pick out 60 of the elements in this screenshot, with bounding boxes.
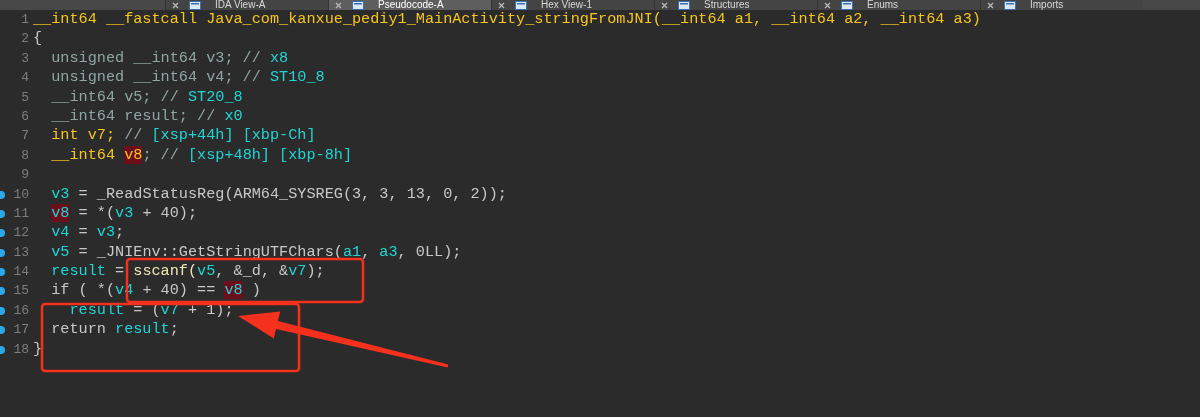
code-line: result = sscanf(v5, &_d, &v7); xyxy=(50,262,325,282)
line-number: 1 xyxy=(20,11,30,29)
code-line: unsigned __int64 v3; // x8 xyxy=(50,48,289,69)
code-line: v4 = v3; xyxy=(50,223,125,243)
code-line: __int64 v8; // [xsp+48h] [xbp-8h] xyxy=(50,145,352,166)
tab[interactable]: Structures xyxy=(654,0,817,10)
tab[interactable]: Hex View-1 xyxy=(491,0,654,10)
breakpoint-icon[interactable] xyxy=(0,306,5,315)
line-number: 14 xyxy=(12,263,30,282)
code-line: } xyxy=(33,339,43,360)
breakpoint-icon[interactable] xyxy=(0,209,5,218)
code-line: { xyxy=(33,29,43,49)
code-line: __int64 v5; // ST20_8 xyxy=(50,87,243,107)
breakpoint-icon[interactable] xyxy=(0,345,5,354)
close-icon[interactable] xyxy=(824,1,831,9)
line-number: 2 xyxy=(20,30,30,49)
code-line: v8 = *(v3 + 40); xyxy=(50,203,198,224)
code-line: return result; xyxy=(50,320,179,340)
code-line: v3 = _ReadStatusReg(ARM64_SYSREG(3, 3, 13, 0, 2)); xyxy=(50,184,507,204)
line-number: 4 xyxy=(20,69,30,88)
code-line: int v7; // [xsp+44h] [xbp-Ch] xyxy=(50,126,316,146)
line-number: 9 xyxy=(20,166,30,185)
tab[interactable]: Imports xyxy=(980,0,1143,10)
window-icon xyxy=(515,0,527,10)
close-icon[interactable] xyxy=(172,1,179,9)
tab[interactable]: IDA View-A xyxy=(165,0,328,10)
line-number: 7 xyxy=(20,127,30,146)
close-icon[interactable] xyxy=(335,1,342,9)
line-number: 10 xyxy=(12,185,30,204)
window-icon xyxy=(678,0,690,10)
tab[interactable]: Pseudocode-A xyxy=(328,0,491,10)
code-line: __int64 result; // x0 xyxy=(50,106,243,127)
breakpoint-icon[interactable] xyxy=(0,248,5,257)
window-icon xyxy=(352,0,364,10)
breakpoint-icon[interactable] xyxy=(0,287,5,296)
line-number: 12 xyxy=(12,224,30,243)
code-line: v5 = _JNIEnv::GetStringUTFChars(a1, a3, 0LL); xyxy=(50,242,462,263)
line-number: 6 xyxy=(20,107,30,126)
line-number: 13 xyxy=(12,243,30,262)
breakpoint-icon[interactable] xyxy=(0,268,5,277)
close-icon[interactable] xyxy=(498,1,505,9)
line-number: 15 xyxy=(12,282,30,301)
line-number: 17 xyxy=(12,321,30,340)
line-number: 11 xyxy=(12,204,30,223)
line-number: 5 xyxy=(20,88,30,107)
line-number: 3 xyxy=(20,49,30,68)
close-icon[interactable] xyxy=(661,1,668,9)
tab[interactable]: Enums xyxy=(817,0,980,10)
window-icon xyxy=(189,0,201,10)
window-icon xyxy=(1004,0,1016,10)
breakpoint-icon[interactable] xyxy=(0,190,5,199)
code-line: __int64 __fastcall Java_com_kanxue_pediy1_MainActivity_stringFromJNI(__int64 a1, __int64 a2, __int64 a3) xyxy=(33,10,981,30)
breakpoint-icon[interactable] xyxy=(0,229,5,238)
window-icon xyxy=(841,0,853,10)
close-icon[interactable] xyxy=(987,1,994,9)
code-line: unsigned __int64 v4; // ST10_8 xyxy=(50,68,325,88)
line-number: 16 xyxy=(12,301,30,320)
line-number: 18 xyxy=(12,340,30,359)
line-number: 8 xyxy=(20,146,30,165)
breakpoint-icon[interactable] xyxy=(0,326,5,335)
